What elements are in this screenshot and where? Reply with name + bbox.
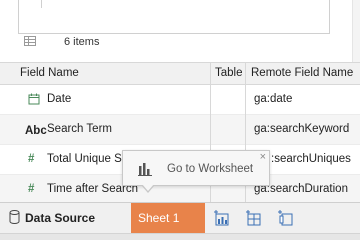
column-separator[interactable]: [245, 63, 246, 85]
remote-field-name-cell: ga:date: [254, 93, 293, 105]
preview-area: 6 items: [0, 0, 360, 62]
preview-grid-box: [18, 0, 330, 34]
table-header: Field Name Table Remote Field Name: [0, 63, 360, 85]
new-worksheet-icon[interactable]: [213, 209, 231, 227]
database-icon: [9, 210, 20, 224]
remote-field-name-cell: :searchUniques: [271, 153, 351, 165]
abc-string-icon: Abc: [25, 125, 47, 137]
close-icon[interactable]: ×: [260, 152, 266, 163]
bottom-tab-bar: Data Source Sheet 1: [0, 202, 360, 240]
go-to-worksheet-label[interactable]: Go to Worksheet: [167, 163, 253, 175]
bar-chart-icon: [138, 163, 152, 176]
new-dashboard-icon[interactable]: [245, 209, 263, 227]
grid-icon[interactable]: [24, 36, 36, 46]
items-count: 6 items: [64, 36, 100, 48]
remote-field-name-cell: ga:searchKeyword: [254, 123, 350, 135]
column-separator: [245, 115, 246, 145]
sheet-label: Sheet 1: [138, 211, 180, 225]
field-name-cell: Search Term: [47, 123, 112, 135]
column-separator: [210, 115, 211, 145]
number-hash-icon: #: [28, 183, 35, 195]
calendar-icon: [28, 93, 40, 105]
header-table[interactable]: Table: [215, 67, 243, 79]
data-source-label: Data Source: [25, 211, 96, 225]
tooltip-pointer-fill: [142, 184, 154, 191]
header-remote-field-name[interactable]: Remote Field Name: [251, 67, 353, 79]
table-row[interactable]: Date ga:date: [0, 85, 360, 115]
data-source-tab[interactable]: Data Source: [0, 203, 130, 233]
column-separator: [210, 85, 211, 115]
go-to-worksheet-tooltip[interactable]: Go to Worksheet ×: [122, 150, 270, 186]
field-name-cell: Date: [47, 93, 72, 105]
column-separator: [245, 85, 246, 115]
column-separator[interactable]: [210, 63, 211, 85]
preview-scrollbar[interactable]: [352, 0, 360, 62]
header-field-name[interactable]: Field Name: [20, 67, 79, 79]
new-story-icon[interactable]: [277, 209, 295, 227]
number-hash-icon: #: [28, 153, 35, 165]
horizontal-scroll-track[interactable]: [0, 233, 360, 240]
preview-grid-line: [41, 0, 42, 8]
sheet-tab[interactable]: Sheet 1: [131, 203, 205, 233]
field-name-cell: Total Unique S: [47, 153, 122, 165]
table-row[interactable]: Abc Search Term ga:searchKeyword: [0, 115, 360, 145]
